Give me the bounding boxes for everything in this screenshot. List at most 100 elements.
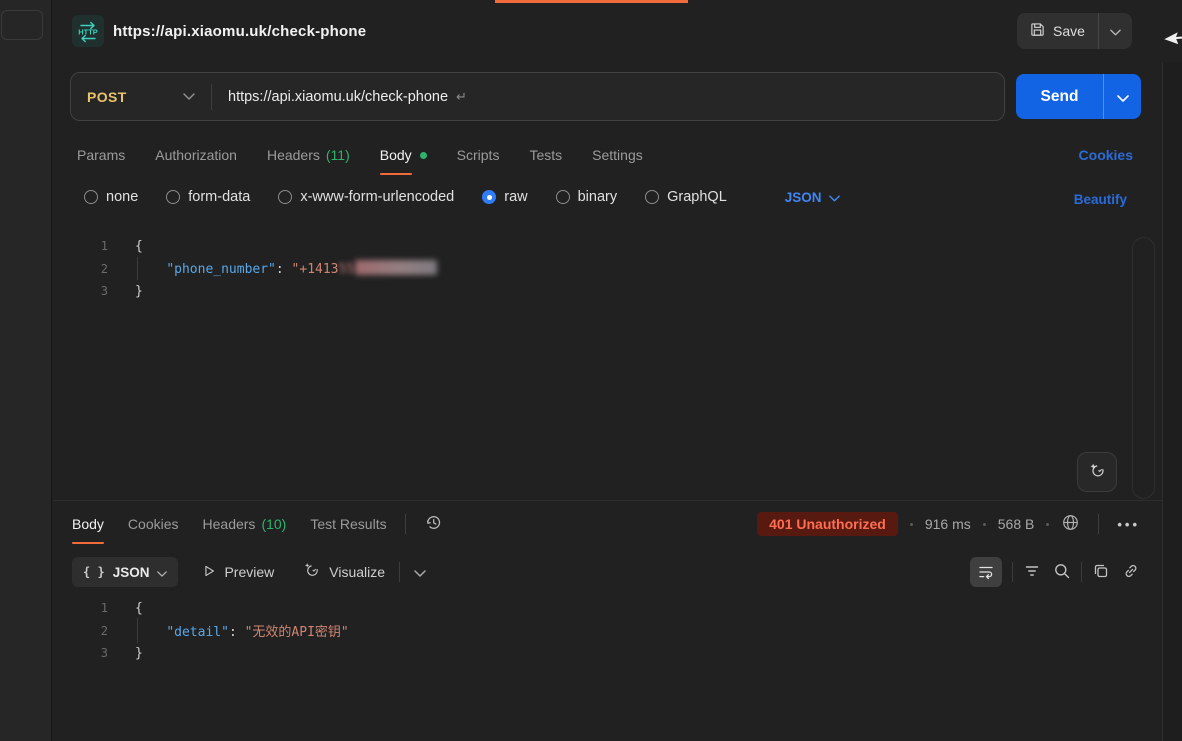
code-content: } <box>135 284 143 299</box>
save-button-group: Save <box>1017 13 1132 49</box>
mode-label: x-www-form-urlencoded <box>300 189 454 205</box>
divider <box>1012 562 1013 582</box>
body-mode-x-www-form-urlencoded[interactable]: x-www-form-urlencoded <box>278 189 454 205</box>
code-token: "无效的API密钥" <box>245 625 349 640</box>
request-tab-tests[interactable]: Tests <box>529 147 562 163</box>
tab-count-badge: (11) <box>326 147 350 163</box>
request-url-bar: POST https://api.xiaomu.uk/check-phone ↵ <box>70 72 1005 121</box>
body-mode-form-data[interactable]: form-data <box>166 189 250 205</box>
preview-button[interactable]: Preview <box>202 564 274 581</box>
response-tab-body[interactable]: Body <box>72 516 104 532</box>
filter-icon[interactable] <box>1023 562 1041 583</box>
beautify-link[interactable]: Beautify <box>1074 192 1127 207</box>
save-icon <box>1030 22 1045 40</box>
save-label: Save <box>1053 23 1085 39</box>
send-button-group: Send <box>1016 74 1141 119</box>
response-tab-test-results[interactable]: Test Results <box>310 516 386 532</box>
code-content: { <box>135 239 143 254</box>
line-number: 1 <box>62 239 108 253</box>
code-token: { <box>135 239 143 254</box>
mode-label: binary <box>578 189 618 205</box>
link-icon[interactable] <box>1122 562 1140 583</box>
code-token: : <box>229 625 245 640</box>
tab-label: Tests <box>529 147 562 163</box>
history-icon[interactable] <box>424 513 443 535</box>
http-method-icon: HTTP <box>72 15 104 47</box>
response-format-dropdown[interactable]: { } JSON <box>72 557 178 587</box>
request-tab-settings[interactable]: Settings <box>592 147 643 163</box>
raw-format-label: JSON <box>785 190 822 205</box>
radio-unselected <box>556 190 570 204</box>
mode-label: raw <box>504 189 527 205</box>
response-format-label: JSON <box>113 565 150 580</box>
tab-label: Authorization <box>155 147 237 163</box>
globe-icon[interactable] <box>1061 513 1080 535</box>
request-tab-scripts[interactable]: Scripts <box>457 147 500 163</box>
tab-label: Headers <box>267 147 320 163</box>
body-mode-none[interactable]: none <box>84 189 138 205</box>
divider <box>1081 562 1082 582</box>
editor-scrollbar-track[interactable] <box>1132 237 1155 499</box>
body-mode-graphql[interactable]: GraphQL <box>645 189 727 205</box>
request-tabs: Params Authorization Headers (11) Body Script… <box>77 147 643 163</box>
tab-label: Settings <box>592 147 643 163</box>
code-token: } <box>135 284 143 299</box>
copy-icon[interactable] <box>1092 562 1110 583</box>
line-number: 3 <box>62 284 108 298</box>
radio-selected <box>482 190 496 204</box>
request-tab-authorization[interactable]: Authorization <box>155 147 237 163</box>
chevron-down-icon[interactable] <box>414 564 426 580</box>
response-pane-divider[interactable] <box>53 500 1162 501</box>
response-header: Body Cookies Headers(10) Test Results 401 U… <box>72 512 1140 536</box>
unsaved-body-dot <box>420 152 427 159</box>
svg-text:HTTP: HTTP <box>78 28 98 37</box>
request-tab-params[interactable]: Params <box>77 147 125 163</box>
request-tab-headers[interactable]: Headers (11) <box>267 147 350 163</box>
visualize-button[interactable]: Visualize <box>302 561 385 583</box>
response-toolbar-icons <box>970 557 1140 587</box>
response-body-editor[interactable]: 1{2 "detail": "无效的API密钥"3} <box>62 597 1082 665</box>
more-options-icon[interactable]: ••• <box>1117 517 1140 532</box>
body-mode-raw[interactable]: raw <box>482 189 527 205</box>
visualize-label: Visualize <box>329 564 385 580</box>
code-token: "detail" <box>166 625 229 640</box>
code-line: 3} <box>62 280 1082 303</box>
tab-label: Test Results <box>310 516 386 532</box>
send-options-button[interactable] <box>1104 89 1141 105</box>
raw-format-dropdown[interactable]: JSON <box>785 190 840 205</box>
radio-unselected <box>278 190 292 204</box>
mouse-cursor <box>1164 24 1182 51</box>
method-selector[interactable]: POST <box>71 89 211 105</box>
save-button[interactable]: Save <box>1017 13 1098 49</box>
response-time[interactable]: 916 ms <box>925 516 971 532</box>
status-badge[interactable]: 401 Unauthorized <box>757 512 898 536</box>
dot-separator <box>910 523 913 526</box>
redacted-value <box>355 260 437 275</box>
response-tab-cookies[interactable]: Cookies <box>128 516 179 532</box>
code-token: "phone_number" <box>166 262 276 277</box>
code-token: "+1413 <box>292 262 339 277</box>
enter-key-hint: ↵ <box>456 89 467 105</box>
response-size[interactable]: 568 B <box>998 516 1035 532</box>
url-input[interactable]: https://api.xiaomu.uk/check-phone <box>212 89 448 105</box>
save-options-button[interactable] <box>1098 13 1132 49</box>
code-token <box>135 625 166 640</box>
tab-label: Body <box>72 516 104 532</box>
code-token: } <box>135 646 143 661</box>
search-icon[interactable] <box>1053 562 1071 583</box>
line-number: 3 <box>62 646 108 660</box>
body-mode-binary[interactable]: binary <box>556 189 618 205</box>
active-request-tab-indicator <box>495 0 688 3</box>
postbot-button[interactable] <box>1077 452 1117 492</box>
wrap-text-button[interactable] <box>970 557 1002 587</box>
radio-unselected <box>84 190 98 204</box>
tab-count-badge: (10) <box>261 516 286 532</box>
code-token: { <box>135 601 143 616</box>
response-tab-headers[interactable]: Headers(10) <box>203 516 287 532</box>
send-button[interactable]: Send <box>1016 74 1104 119</box>
request-tab-body[interactable]: Body <box>380 147 427 163</box>
request-body-editor[interactable]: 1{2 "phone_number": "+1413553} <box>62 235 1082 303</box>
cookies-link[interactable]: Cookies <box>1079 147 1133 163</box>
code-token <box>135 262 166 277</box>
code-content: "phone_number": "+141355 <box>135 260 437 277</box>
